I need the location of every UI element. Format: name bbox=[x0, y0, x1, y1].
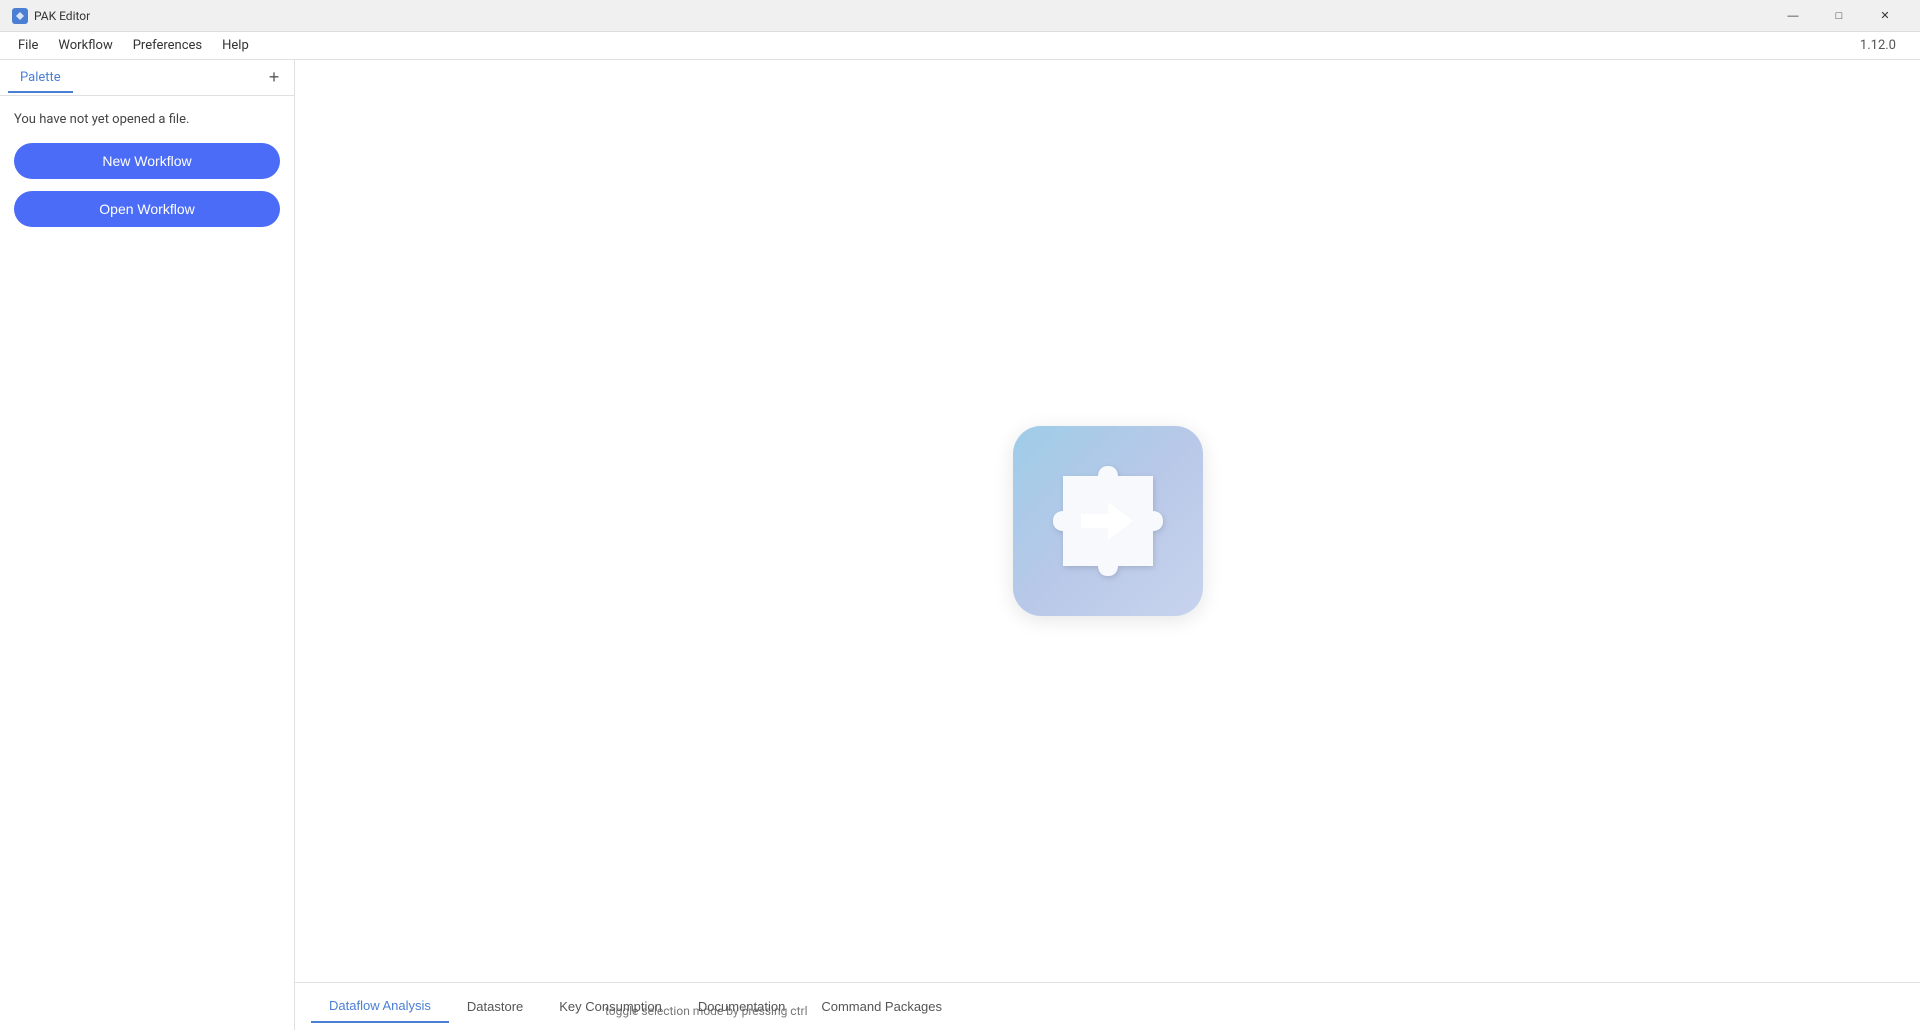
add-tab-button[interactable]: + bbox=[262, 66, 286, 90]
menu-bar: File Workflow Preferences Help 1.12.0 bbox=[0, 32, 1920, 60]
app-icon bbox=[12, 8, 28, 24]
new-workflow-button[interactable]: New Workflow bbox=[14, 143, 280, 179]
sidebar-content: You have not yet opened a file. New Work… bbox=[0, 96, 294, 1030]
menu-workflow[interactable]: Workflow bbox=[48, 34, 122, 57]
bottom-tab-bar: Dataflow AnalysisDatastoreKey Consumptio… bbox=[295, 982, 1920, 1030]
title-bar: PAK Editor — □ ✕ bbox=[0, 0, 1920, 32]
no-file-message: You have not yet opened a file. bbox=[14, 112, 280, 127]
sidebar-tab-bar: Palette + bbox=[0, 60, 294, 96]
window-controls: — □ ✕ bbox=[1770, 0, 1908, 32]
bottom-tab-dataflow-analysis[interactable]: Dataflow Analysis bbox=[311, 990, 449, 1023]
menu-help[interactable]: Help bbox=[212, 34, 259, 57]
menu-preferences[interactable]: Preferences bbox=[123, 34, 212, 57]
canvas-area: toggle selection mode by pressing ctrl D… bbox=[295, 60, 1920, 1030]
logo-svg bbox=[1043, 456, 1173, 586]
open-workflow-button[interactable]: Open Workflow bbox=[14, 191, 280, 227]
app-title: PAK Editor bbox=[34, 9, 1770, 23]
app-logo bbox=[1013, 426, 1203, 616]
canvas-main bbox=[295, 60, 1920, 982]
menu-file[interactable]: File bbox=[8, 34, 48, 57]
bottom-tab-command-packages[interactable]: Command Packages bbox=[803, 991, 960, 1022]
palette-tab[interactable]: Palette bbox=[8, 64, 73, 93]
version-label: 1.12.0 bbox=[1860, 38, 1912, 53]
minimize-button[interactable]: — bbox=[1770, 0, 1816, 32]
close-button[interactable]: ✕ bbox=[1862, 0, 1908, 32]
maximize-button[interactable]: □ bbox=[1816, 0, 1862, 32]
bottom-tab-datastore[interactable]: Datastore bbox=[449, 991, 541, 1022]
bottom-tab-documentation[interactable]: Documentation bbox=[680, 991, 803, 1022]
main-container: Palette + You have not yet opened a file… bbox=[0, 60, 1920, 1030]
sidebar: Palette + You have not yet opened a file… bbox=[0, 60, 295, 1030]
bottom-tab-key-consumption[interactable]: Key Consumption bbox=[541, 991, 680, 1022]
